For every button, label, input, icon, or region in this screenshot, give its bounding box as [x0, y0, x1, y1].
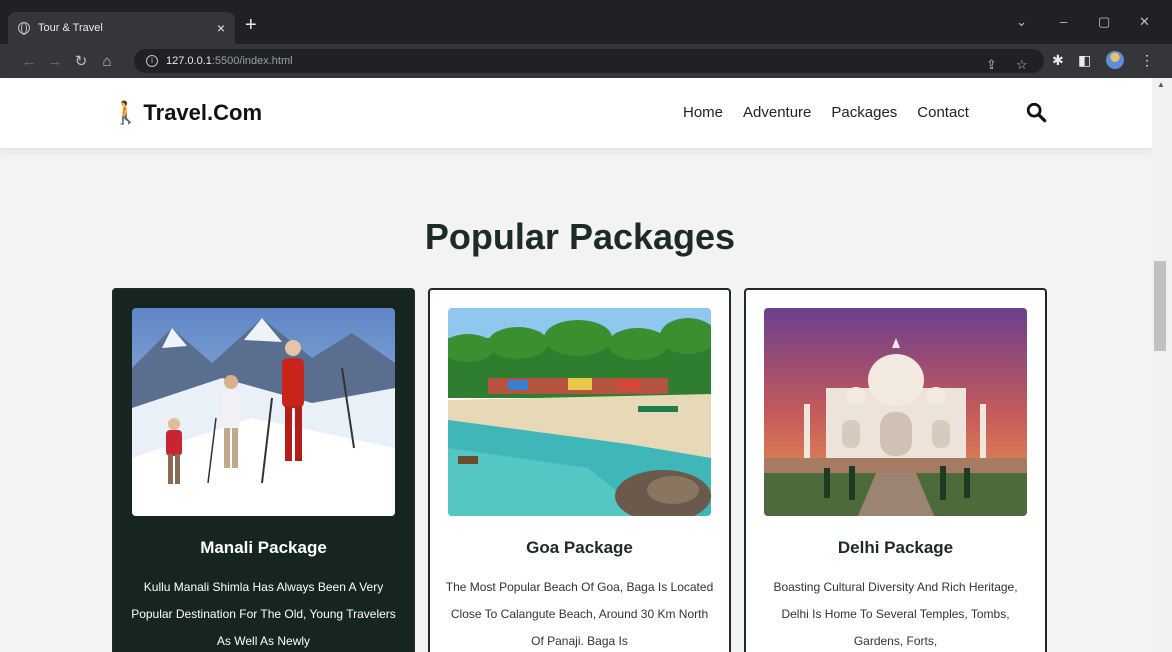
bookmark-star-icon[interactable]: ☆: [1016, 57, 1028, 73]
hiker-icon: 🚶: [112, 100, 140, 125]
browser-tab[interactable]: Tour & Travel ×: [8, 12, 235, 44]
package-card-manali[interactable]: Manali Package Kullu Manali Shimla Has A…: [112, 288, 415, 652]
search-icon[interactable]: [1025, 101, 1047, 123]
nav-link-home[interactable]: Home: [683, 104, 723, 121]
package-card-delhi[interactable]: Delhi Package Boasting Cultural Diversit…: [744, 288, 1047, 652]
nav-link-contact[interactable]: Contact: [917, 104, 969, 121]
package-title: Manali Package: [200, 538, 327, 557]
new-tab-button[interactable]: +: [245, 15, 257, 35]
page-scrollbar[interactable]: ▲: [1152, 78, 1172, 652]
manali-photo: [132, 308, 395, 516]
browser-tab-bar: Tour & Travel × + ⌄ – ▢ ✕: [0, 0, 1172, 44]
close-tab-icon[interactable]: ×: [217, 20, 225, 36]
package-title: Goa Package: [526, 538, 633, 557]
package-description: Kullu Manali Shimla Has Always Been A Ve…: [131, 580, 396, 648]
delhi-photo: [764, 308, 1027, 516]
site-info-icon[interactable]: i: [146, 55, 158, 67]
package-description: The Most Popular Beach Of Goa, Baga Is L…: [445, 580, 714, 648]
address-bar[interactable]: i 127.0.0.1:5500/index.html ⇪ ☆: [134, 49, 1044, 73]
profile-avatar[interactable]: [1106, 51, 1124, 69]
browser-toolbar: ← → ↻ ⌂ i 127.0.0.1:5500/index.html ⇪ ☆: [0, 44, 1172, 78]
nav-link-adventure[interactable]: Adventure: [743, 104, 811, 121]
browser-menu-icon[interactable]: ⋮: [1140, 52, 1154, 69]
package-card-goa[interactable]: Goa Package The Most Popular Beach Of Go…: [428, 288, 731, 652]
forward-icon[interactable]: →: [42, 53, 68, 70]
nav-link-packages[interactable]: Packages: [831, 104, 897, 121]
back-icon[interactable]: ←: [16, 53, 42, 70]
package-title: Delhi Package: [837, 538, 954, 557]
main-nav: Home Adventure Packages Contact: [683, 104, 969, 121]
goa-photo: [448, 308, 711, 516]
globe-icon: [18, 22, 30, 35]
site-logo[interactable]: 🚶 Travel.Com: [112, 100, 262, 126]
url-path: :5500/index.html: [211, 55, 293, 67]
side-panel-icon[interactable]: ◧: [1078, 52, 1091, 69]
url-host: 127.0.0.1: [166, 55, 212, 67]
tab-title: Tour & Travel: [38, 22, 103, 34]
site-header: 🚶 Travel.Com Home Adventure Packages Con…: [0, 78, 1152, 148]
home-icon[interactable]: ⌂: [94, 53, 120, 70]
scroll-up-arrow-icon[interactable]: ▲: [1157, 80, 1165, 89]
section-title: Popular Packages: [424, 216, 736, 257]
minimize-icon[interactable]: –: [1060, 14, 1067, 29]
share-icon[interactable]: ⇪: [986, 57, 997, 73]
extensions-icon[interactable]: ✱: [1052, 52, 1064, 69]
logo-text: Travel.Com: [143, 100, 263, 125]
window-close-icon[interactable]: ✕: [1139, 14, 1150, 30]
scroll-thumb[interactable]: [1154, 261, 1166, 351]
reload-icon[interactable]: ↻: [68, 52, 94, 70]
tab-search-icon[interactable]: ⌄: [1016, 14, 1027, 30]
restore-icon[interactable]: ▢: [1098, 14, 1110, 30]
package-description: Boasting Cultural Diversity And Rich Her…: [773, 580, 1018, 648]
